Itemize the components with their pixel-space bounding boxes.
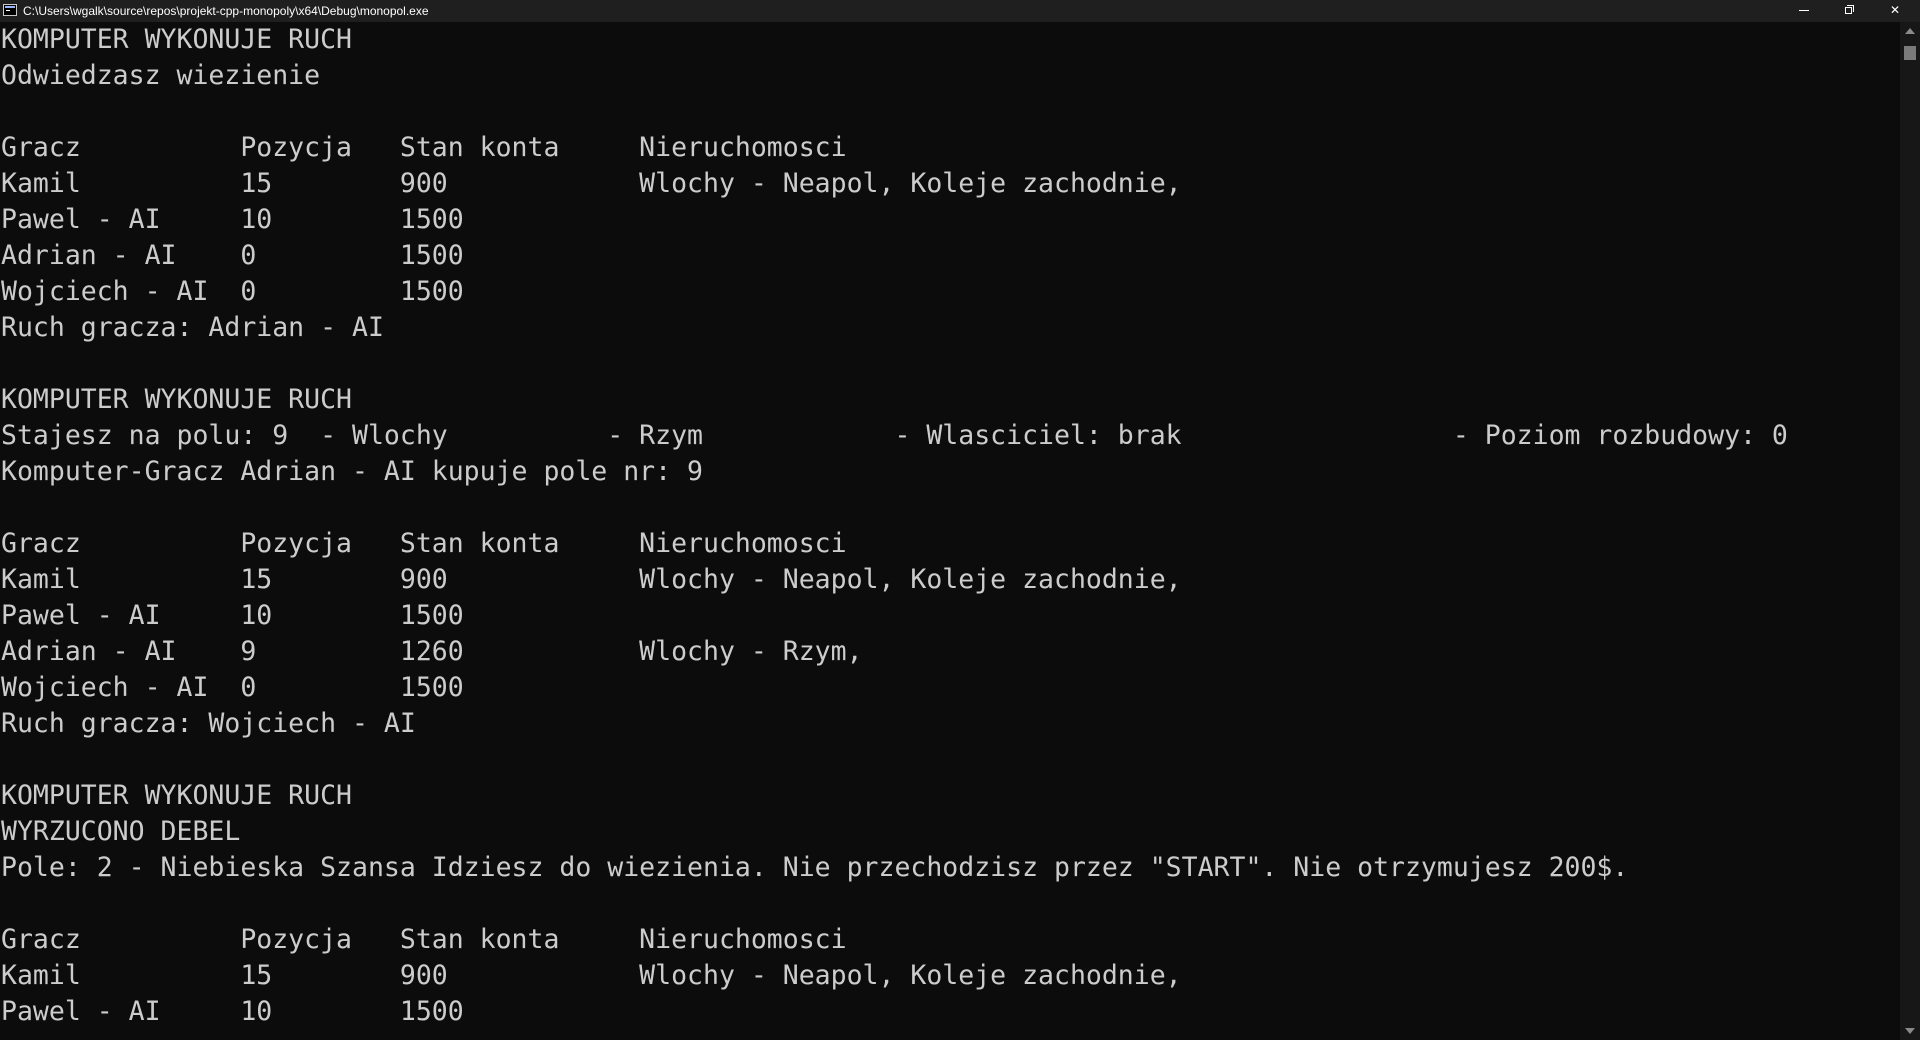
scroll-up-arrow-icon[interactable] xyxy=(1905,28,1915,34)
console-line: Kamil 15 900 Wlochy - Neapol, Koleje zac… xyxy=(1,564,1182,595)
console-window: C:\Users\wgalk\source\repos\projekt-cpp-… xyxy=(0,0,1920,1040)
console-line: WYRZUCONO DEBEL xyxy=(1,816,241,847)
scroll-thumb[interactable] xyxy=(1904,46,1916,60)
console-line: Pawel - AI 10 1500 xyxy=(1,996,464,1027)
console-line: Ruch gracza: Adrian - AI xyxy=(1,312,384,343)
console-line: Pawel - AI 10 1500 xyxy=(1,204,464,235)
console-line: Pawel - AI 10 1500 xyxy=(1,600,464,631)
console-line: Wojciech - AI 0 1500 xyxy=(1,672,464,703)
minimize-button[interactable] xyxy=(1780,0,1826,22)
console-line: Gracz Pozycja Stan konta Nieruchomosci xyxy=(1,132,847,163)
console-line: Ruch gracza: Wojciech - AI xyxy=(1,708,416,739)
window-title: C:\Users\wgalk\source\repos\projekt-cpp-… xyxy=(23,4,429,18)
close-icon: ✕ xyxy=(1889,3,1901,17)
console-icon[interactable] xyxy=(3,4,17,16)
minimize-icon xyxy=(1799,10,1809,11)
console-line: Komputer-Gracz Adrian - AI kupuje pole n… xyxy=(1,456,703,487)
console-line: KOMPUTER WYKONUJE RUCH xyxy=(1,24,352,55)
console-line: KOMPUTER WYKONUJE RUCH xyxy=(1,384,352,415)
title-bar[interactable]: C:\Users\wgalk\source\repos\projekt-cpp-… xyxy=(0,0,1920,22)
console-line: Gracz Pozycja Stan konta Nieruchomosci xyxy=(1,924,847,955)
scroll-down-arrow-icon[interactable] xyxy=(1905,1028,1915,1034)
restore-icon xyxy=(1845,7,1852,14)
console-line: Odwiedzasz wiezienie xyxy=(1,60,321,91)
console-line: Kamil 15 900 Wlochy - Neapol, Koleje zac… xyxy=(1,960,1182,991)
console-line: Adrian - AI 0 1500 xyxy=(1,240,464,271)
console-line: Stajesz na polu: 9 - Wlochy - Rzym - Wla… xyxy=(1,420,1788,451)
console-line: Adrian - AI 9 1260 Wlochy - Rzym, xyxy=(1,636,863,667)
console-line: Kamil 15 900 Wlochy - Neapol, Koleje zac… xyxy=(1,168,1182,199)
console-line: Wojciech - AI 0 1500 xyxy=(1,276,464,307)
console-line: Gracz Pozycja Stan konta Nieruchomosci xyxy=(1,528,847,559)
vertical-scrollbar[interactable] xyxy=(1900,22,1920,1040)
console-line: Pole: 2 - Niebieska Szansa Idziesz do wi… xyxy=(1,852,1629,883)
console-output[interactable]: KOMPUTER WYKONUJE RUCH Odwiedzasz wiezien… xyxy=(0,22,1900,1040)
close-button[interactable]: ✕ xyxy=(1872,0,1918,22)
console-line: KOMPUTER WYKONUJE RUCH xyxy=(1,780,352,811)
restore-button[interactable] xyxy=(1826,0,1872,22)
